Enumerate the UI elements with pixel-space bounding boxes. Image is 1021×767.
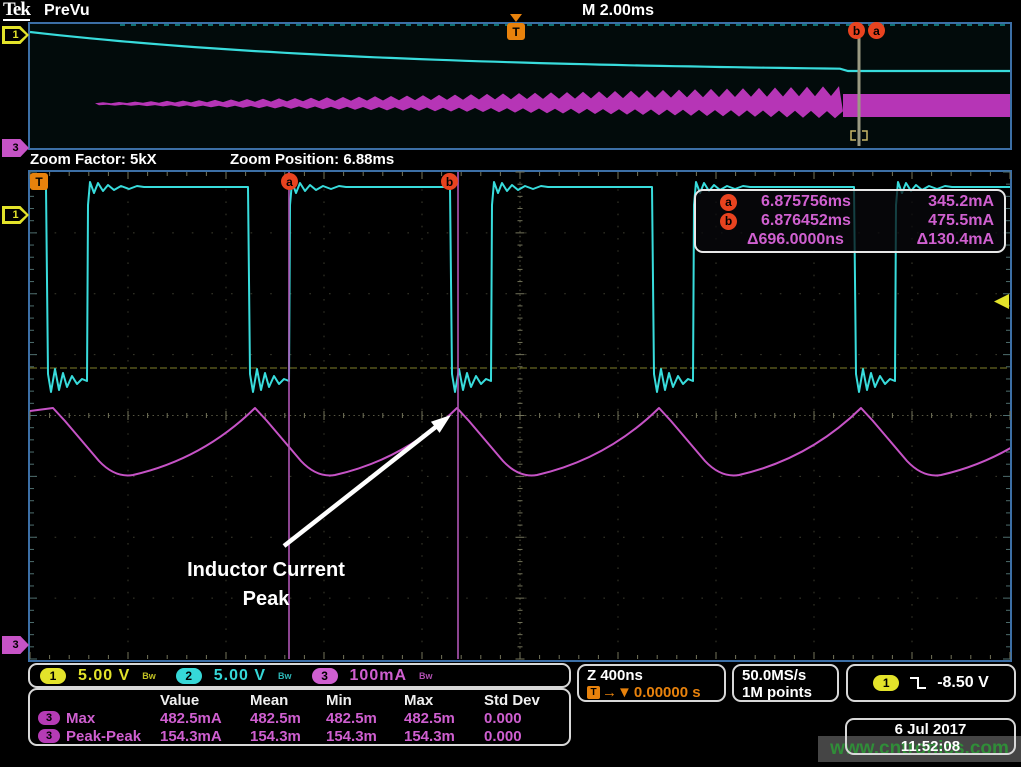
sample-rate: 50.0MS/s — [742, 667, 829, 684]
cursor-readout: a 6.875756ms 345.2mA b 6.876452ms 475.5m… — [694, 189, 1006, 253]
channel-1-badge: 1 — [50, 669, 57, 683]
readout-a-badge: a — [725, 195, 732, 209]
cursor-b-marker-overview[interactable]: b — [848, 22, 865, 39]
trigger-badge-main-label: T — [35, 175, 42, 189]
ch1-marker-main-label: 1 — [12, 209, 18, 221]
col-stddev: Std Dev — [484, 692, 561, 709]
meas-ch-badge: 3 — [46, 730, 52, 742]
ch1-marker-shape: 1 — [2, 26, 29, 44]
measurement-header-row: Value Mean Min Max Std Dev — [38, 692, 561, 709]
cursor-b-time: 6.876452ms — [761, 212, 851, 230]
annotation-line2: Peak — [138, 585, 394, 614]
meas-mean: 154.3m — [250, 728, 326, 745]
meas-ch-badge: 3 — [46, 712, 52, 724]
channel-1-readout[interactable]: 1 5.00 V Bw — [40, 667, 156, 685]
cursor-a-time: 6.875756ms — [761, 193, 851, 211]
zoom-factor-label: Zoom Factor: 5kX — [30, 151, 157, 168]
measurement-table: Value Mean Min Max Std Dev 3 Max 482.5mA… — [28, 688, 571, 746]
ch1-position-marker-main[interactable]: 1 — [2, 206, 29, 224]
cursor-delta-row: Δ696.0000ns Δ130.4mA — [706, 230, 994, 249]
acquisition-box[interactable]: 50.0MS/s 1M points — [732, 664, 839, 702]
ch3-marker-main-shape: 3 — [2, 636, 29, 654]
date-readout: 6 Jul 2017 — [847, 721, 1014, 738]
meas-value: 482.5mA — [160, 710, 250, 727]
ch3-marker-label: 3 — [12, 142, 18, 154]
table-row: 3 Max 482.5mA 482.5m 482.5m 482.5m 0.000 — [38, 709, 561, 727]
trigger-position-arrow-icon — [510, 14, 522, 22]
meas-min: 482.5m — [326, 710, 404, 727]
meas-max: 482.5m — [404, 710, 484, 727]
delay-t-icon: T — [590, 684, 596, 701]
time-readout: 11:52:08 — [847, 738, 1014, 755]
trigger-badge-main[interactable]: T — [30, 173, 48, 190]
cursor-b-handle-label: b — [446, 175, 453, 189]
trigger-readout-box[interactable]: 1 -8.50 V — [846, 664, 1016, 702]
cursor-delta-value: Δ130.4mA — [917, 231, 994, 249]
channel-2-badge: 2 — [185, 669, 192, 683]
ch3-marker-main-label: 3 — [12, 639, 18, 651]
cursor-a-value: 345.2mA — [928, 193, 994, 211]
tek-logo: Tek — [3, 0, 30, 21]
ch3-position-marker-overview[interactable]: 3 — [2, 139, 29, 157]
meas-min: 154.3m — [326, 728, 404, 745]
cursor-a-handle[interactable]: a — [281, 173, 298, 190]
datetime-box: 6 Jul 2017 11:52:08 — [845, 718, 1016, 755]
col-value: Value — [160, 692, 250, 709]
cursor-b-label: b — [853, 24, 860, 38]
meas-name: Peak-Peak — [66, 728, 141, 745]
zoom-scale-readout: Z 400ns — [587, 667, 716, 684]
channel-2-scale: 5.00 V — [214, 667, 266, 685]
falling-edge-icon — [909, 675, 927, 691]
cursor-b-row: b 6.876452ms 475.5mA — [706, 212, 994, 231]
cursor-a-label: a — [873, 24, 880, 38]
cursor-delta-time: Δ696.0000ns — [747, 231, 844, 249]
channel-scale-bar: 1 5.00 V Bw 2 5.00 V Bw 3 100mA Bw — [28, 663, 571, 688]
oscilloscope-screen: Tek PreVu M 2.00ms Zoom Factor: 5kX Zoom… — [0, 0, 1021, 767]
channel-3-readout[interactable]: 3 100mA Bw — [312, 667, 433, 685]
ch1-marker-main-shape: 1 — [2, 206, 29, 224]
cursor-a-handle-label: a — [286, 175, 293, 189]
cursor-b-handle[interactable]: b — [441, 173, 458, 190]
channel-3-bandwidth-icon: Bw — [419, 671, 433, 681]
delay-value: 0.00000 s — [634, 684, 701, 701]
channel-3-badge: 3 — [321, 669, 328, 683]
ch1-position-marker-overview[interactable]: 1 — [2, 26, 29, 44]
cursor-a-marker-overview[interactable]: a — [868, 22, 885, 39]
channel-2-readout[interactable]: 2 5.00 V Bw — [176, 667, 292, 685]
meas-stddev: 0.000 — [484, 710, 561, 727]
record-length: 1M points — [742, 684, 829, 701]
channel-2-bandwidth-icon: Bw — [278, 671, 292, 681]
col-max: Max — [404, 692, 484, 709]
trigger-delay-readout: T →▼ 0.00000 s — [587, 684, 716, 701]
delay-arrow-icon: →▼ — [602, 684, 632, 701]
zoom-timebase-box[interactable]: Z 400ns T →▼ 0.00000 s — [577, 664, 726, 702]
meas-name: Max — [66, 710, 95, 727]
col-mean: Mean — [250, 692, 326, 709]
meas-max: 154.3m — [404, 728, 484, 745]
ch3-marker-shape: 3 — [2, 139, 29, 157]
meas-value: 154.3mA — [160, 728, 250, 745]
acquisition-status: PreVu — [44, 2, 90, 20]
channel-1-scale: 5.00 V — [78, 667, 130, 685]
overview-panel[interactable] — [28, 22, 1012, 150]
ch3-position-marker-main[interactable]: 3 — [2, 636, 29, 654]
timebase-readout[interactable]: M 2.00ms — [582, 2, 654, 20]
meas-stddev: 0.000 — [484, 728, 561, 745]
annotation-line1: Inductor Current — [138, 556, 394, 585]
annotation-text: Inductor Current Peak — [138, 556, 394, 614]
table-row: 3 Peak-Peak 154.3mA 154.3m 154.3m 154.3m… — [38, 727, 561, 745]
zoom-position-label: Zoom Position: 6.88ms — [230, 151, 394, 168]
cursor-a-row: a 6.875756ms 345.2mA — [706, 193, 994, 212]
ch1-marker-label: 1 — [12, 29, 18, 41]
meas-mean: 482.5m — [250, 710, 326, 727]
trigger-position-badge-overview[interactable]: T — [507, 23, 525, 40]
channel-1-bandwidth-icon: Bw — [142, 671, 156, 681]
cursor-b-value: 475.5mA — [928, 212, 994, 230]
channel-3-scale: 100mA — [350, 667, 407, 685]
trigger-level-value: -8.50 V — [937, 674, 989, 692]
trigger-source-badge: 1 — [883, 676, 890, 690]
col-min: Min — [326, 692, 404, 709]
readout-b-badge: b — [725, 214, 732, 228]
trigger-badge-label: T — [512, 25, 519, 39]
